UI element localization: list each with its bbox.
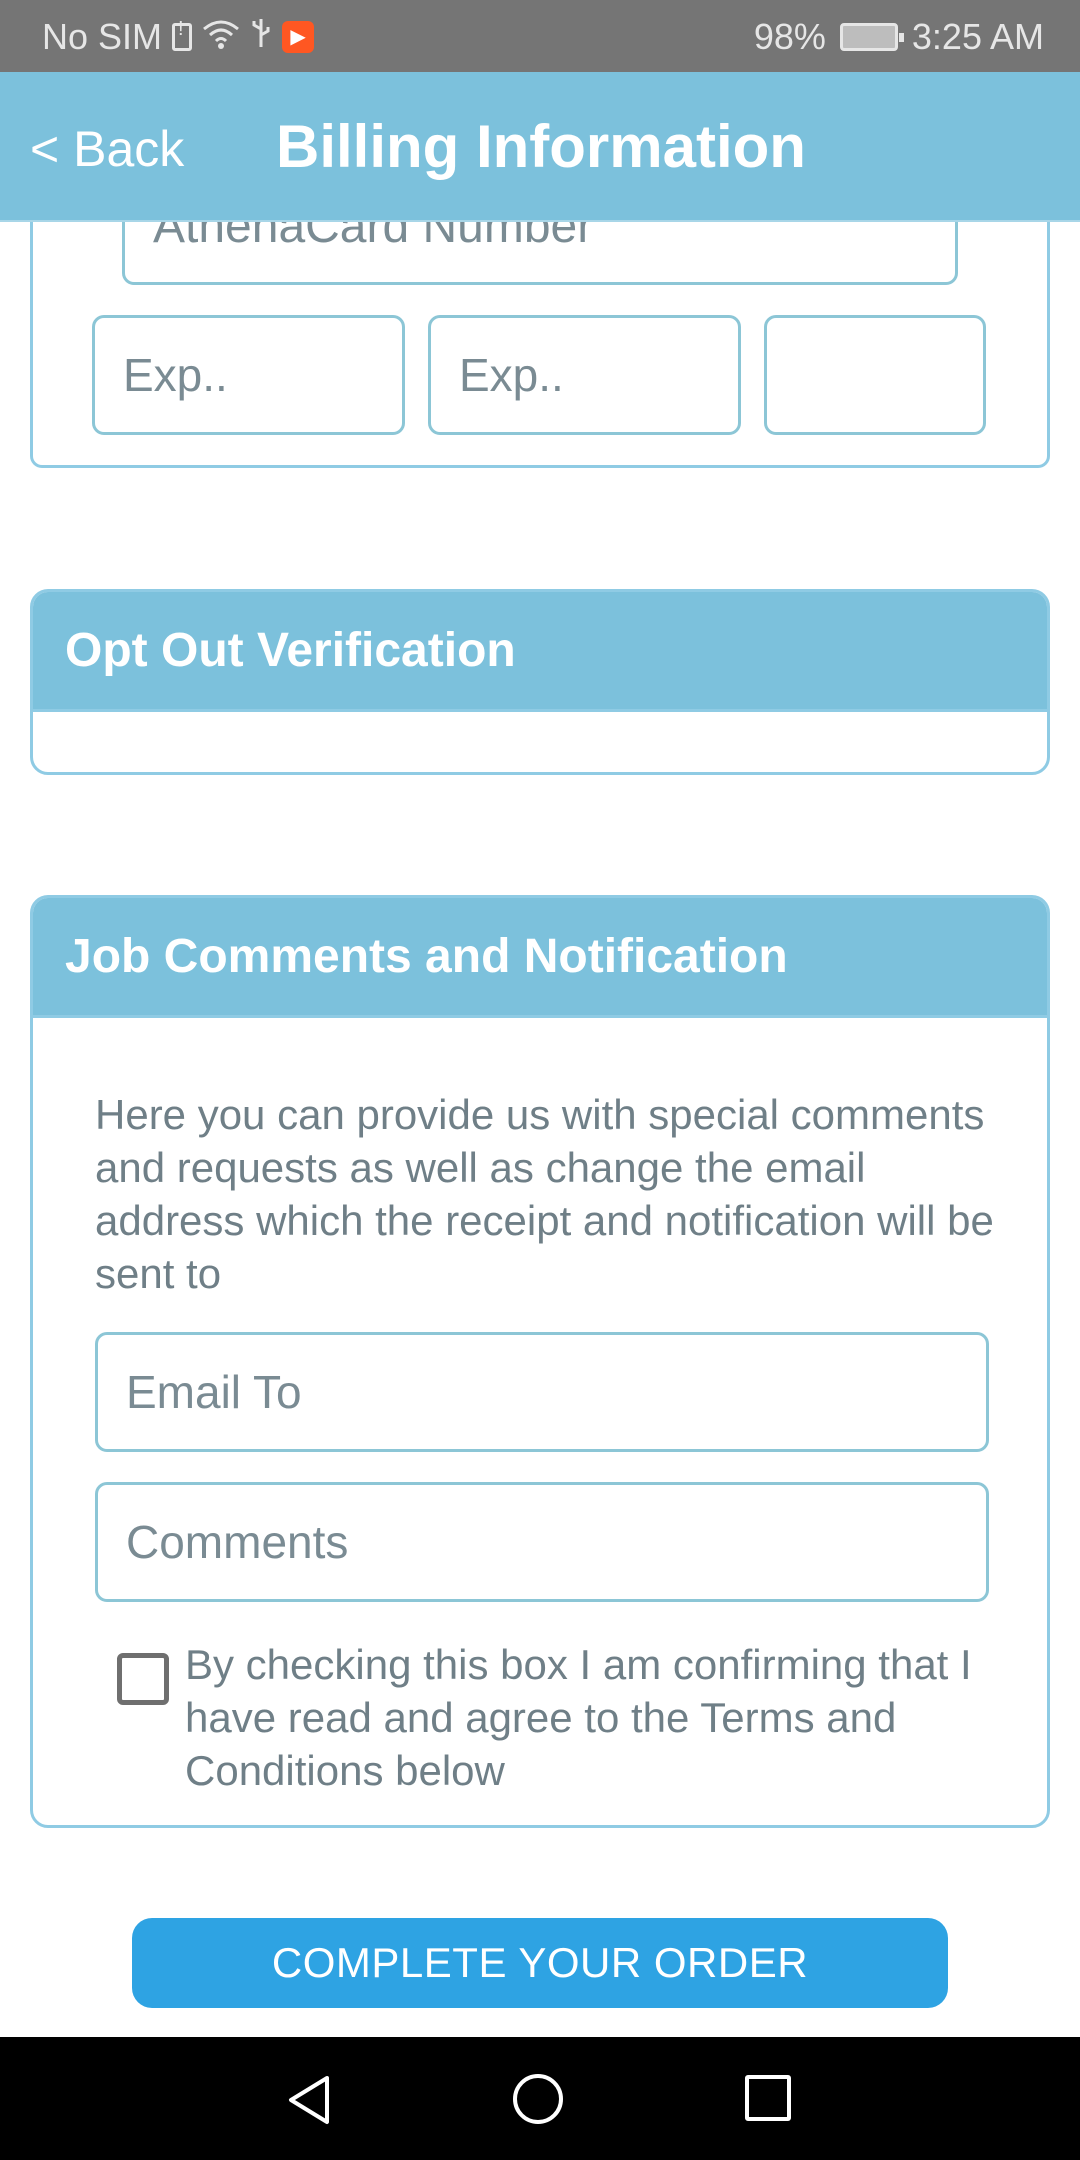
status-left: No SIM ▶: [42, 16, 315, 58]
clock: 3:25 AM: [911, 16, 1044, 57]
email-to-input[interactable]: Email To: [95, 1332, 989, 1452]
nav-recents-icon[interactable]: [745, 2075, 791, 2121]
terms-checkbox[interactable]: [117, 1653, 169, 1705]
terms-label: By checking this box I am confirming tha…: [185, 1641, 972, 1794]
system-nav-bar: [0, 2037, 1080, 2160]
comments-input[interactable]: Comments: [95, 1482, 989, 1602]
status-right: 98% 3:25 AM: [754, 16, 1044, 58]
wifi-icon: [202, 16, 240, 58]
battery-icon: [839, 23, 904, 51]
battery-percent: 98%: [753, 16, 826, 57]
job-comments-panel: Job Comments and Notification Here you c…: [30, 895, 1050, 1828]
status-bar: No SIM ▶ 98% 3:25 AM: [0, 0, 1080, 72]
sim-alert-icon: [172, 18, 193, 51]
complete-order-button[interactable]: COMPLETE YOUR ORDER: [132, 1918, 948, 2008]
cvv-input[interactable]: [764, 315, 986, 435]
carrier-text: No SIM: [42, 16, 163, 57]
job-comments-description: Here you can provide us with special com…: [95, 1091, 994, 1297]
opt-out-title: Opt Out Verification: [33, 592, 1047, 712]
usb-icon: [250, 16, 272, 58]
app-header: < Back Billing Information: [0, 72, 1080, 222]
nav-home-icon[interactable]: [513, 2074, 563, 2124]
exp-year-input[interactable]: Exp..: [428, 315, 741, 435]
app-notification-icon: ▶: [282, 21, 315, 53]
exp-month-input[interactable]: Exp..: [92, 315, 405, 435]
page-title: Billing Information: [276, 113, 806, 180]
opt-out-panel: Opt Out Verification: [30, 589, 1050, 775]
job-comments-title: Job Comments and Notification: [33, 898, 1047, 1018]
back-button[interactable]: < Back: [30, 120, 184, 178]
nav-back-icon[interactable]: [285, 2074, 333, 2131]
